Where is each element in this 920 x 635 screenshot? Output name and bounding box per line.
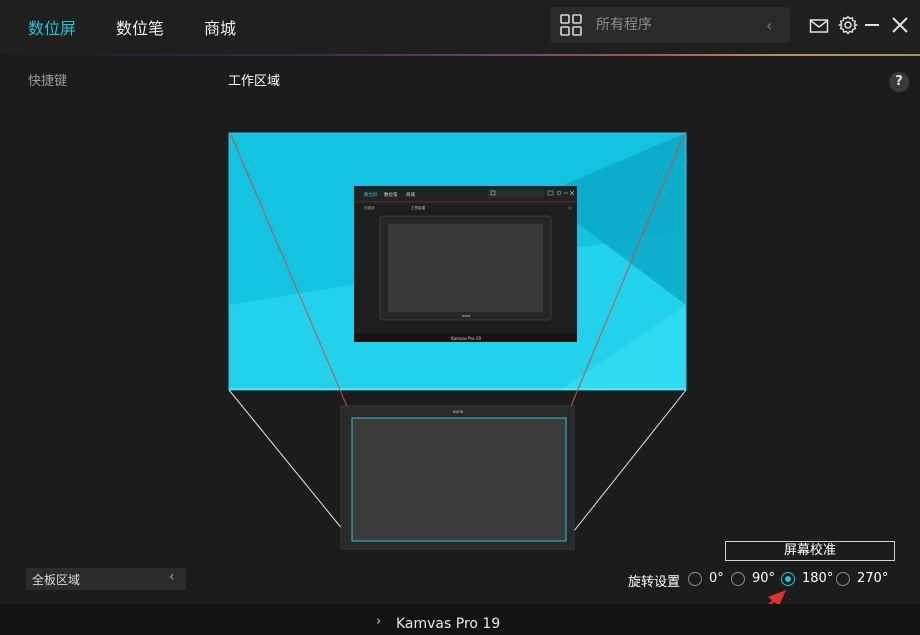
tab-pen[interactable]: 数位笔 — [116, 15, 164, 39]
tablet-preview: HUION — [340, 405, 575, 550]
thumb-tab-display: 数位屏 — [364, 191, 378, 198]
close-icon[interactable] — [890, 15, 910, 35]
thumb-shortcut-label: 快捷键 — [364, 205, 375, 210]
work-area-title: 工作区域 — [228, 74, 281, 89]
search-input[interactable] — [596, 16, 756, 34]
projection-line-left — [230, 134, 353, 419]
gear-icon[interactable] — [838, 15, 858, 35]
rotation-option-270-label[interactable]: 270° — [857, 571, 888, 586]
thumb-device-name: Kamvas Pro 19 — [451, 336, 481, 341]
work-area-diagram: 数位屏 数位笔 商城 快捷键 工作区域 HUION Kamvas Pro 19 … — [228, 132, 786, 625]
mapping-line-right — [565, 389, 687, 542]
thumb-brand-label: HUION — [462, 314, 471, 318]
screen-preview — [228, 132, 687, 391]
thumb-tab-pen: 数位笔 — [384, 191, 398, 198]
top-bar: 数位屏 数位笔 商城 ‹ — [0, 0, 920, 54]
rotation-radio-180[interactable] — [781, 572, 795, 586]
app-window-thumbnail: 数位屏 数位笔 商城 快捷键 工作区域 HUION Kamvas Pro 19 — [354, 186, 577, 342]
tab-store[interactable]: 商城 — [204, 15, 236, 39]
area-mode-value: 全板区域 — [32, 573, 81, 587]
device-bar[interactable]: › Kamvas Pro 19 — [0, 604, 920, 635]
chevron-left-icon: ‹ — [169, 569, 175, 585]
area-mode-select[interactable]: 全板区域 ‹ — [26, 568, 186, 590]
rotation-radio-90[interactable] — [731, 572, 745, 586]
search-collapse-arrow[interactable]: ‹ — [766, 16, 772, 35]
rotation-radio-0[interactable] — [688, 572, 702, 586]
grid-icon[interactable] — [560, 14, 582, 36]
thumb-tab-store: 商城 — [406, 191, 415, 198]
rotation-settings-label: 旋转设置 — [628, 575, 681, 590]
rotation-option-90-label[interactable]: 90° — [752, 571, 775, 586]
app-search-box[interactable]: ‹ — [550, 7, 790, 43]
tablet-brand-label: HUION — [453, 410, 464, 414]
thumb-work-area-title: 工作区域 — [411, 205, 425, 210]
screen-calibration-button[interactable]: 屏幕校准 — [725, 541, 895, 561]
tablet-active-area — [351, 417, 567, 542]
rotation-option-0-label[interactable]: 0° — [709, 571, 724, 586]
rotation-option-180-label[interactable]: 180° — [802, 571, 833, 586]
device-name[interactable]: Kamvas Pro 19 — [396, 616, 500, 632]
mail-icon[interactable] — [809, 16, 829, 36]
tab-display[interactable]: 数位屏 — [28, 15, 76, 39]
top-gradient-divider — [0, 54, 920, 56]
rotation-radio-270[interactable] — [836, 572, 850, 586]
minimize-icon[interactable] — [863, 15, 883, 35]
chevron-right-icon[interactable]: › — [376, 614, 381, 629]
mapping-line-left — [228, 389, 353, 542]
shortcut-keys-label[interactable]: 快捷键 — [28, 70, 67, 89]
projection-line-right — [565, 134, 685, 419]
help-button[interactable]: ? — [889, 72, 909, 92]
